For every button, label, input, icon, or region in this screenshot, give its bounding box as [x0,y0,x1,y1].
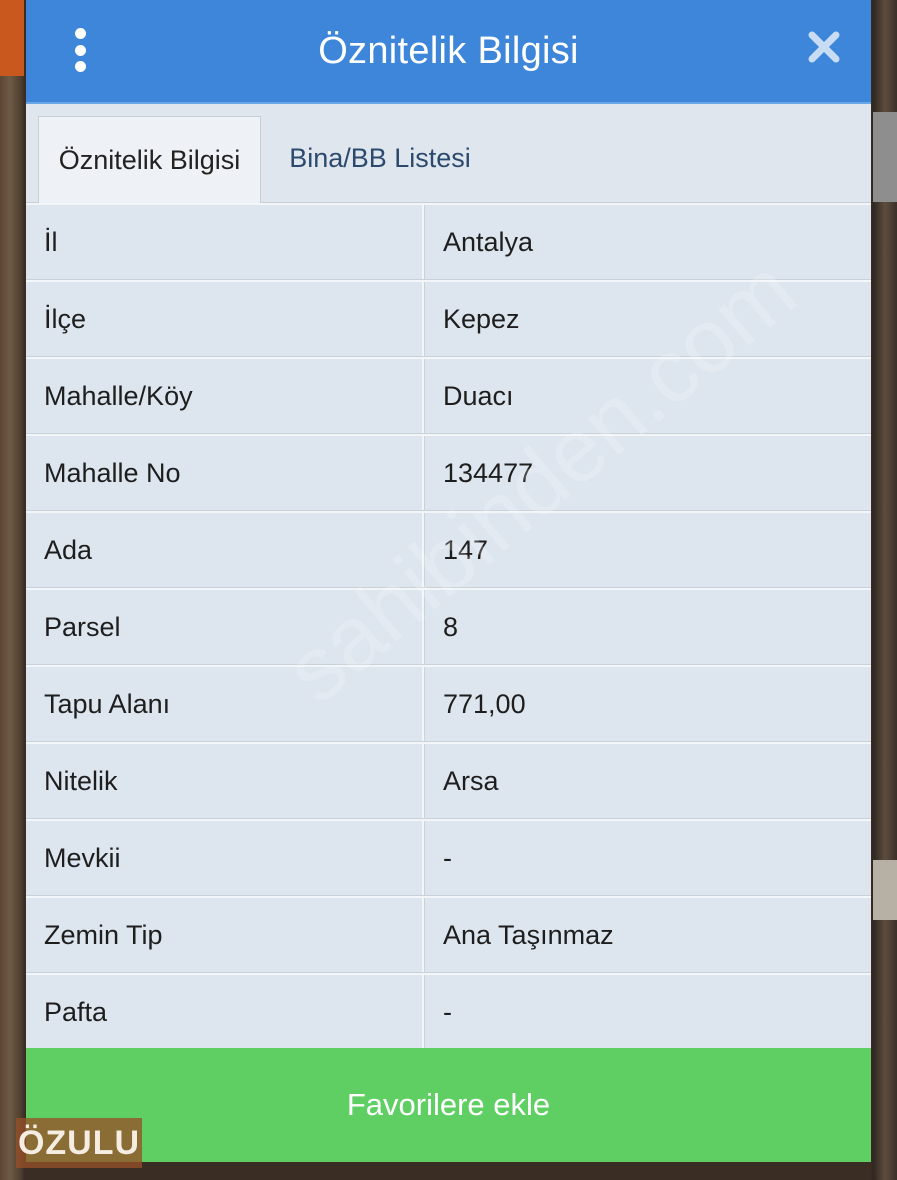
dialog-title: Öznitelik Bilgisi [318,29,579,72]
table-row: Tapu Alanı 771,00 [26,665,871,742]
table-row: Pafta - [26,973,871,1050]
attribute-label: Ada [26,513,424,587]
attribute-label: Mahalle No [26,436,424,510]
add-to-favorites-button[interactable]: Favorilere ekle [26,1048,871,1162]
table-row: İl Antalya [26,203,871,280]
table-row: Nitelik Arsa [26,742,871,819]
attribute-value: 147 [424,513,871,587]
dialog-header: Öznitelik Bilgisi [26,0,871,104]
attribute-value: - [424,975,871,1049]
attribute-value: Arsa [424,744,871,818]
attribute-label: Mahalle/Köy [26,359,424,433]
attribute-value: Antalya [424,205,871,279]
attribute-label: İlçe [26,282,424,356]
attribute-value: Duacı [424,359,871,433]
map-fragment [0,0,24,76]
attribute-value: Kepez [424,282,871,356]
table-row: Parsel 8 [26,588,871,665]
kebab-menu-icon[interactable] [70,28,90,72]
attribute-label: Nitelik [26,744,424,818]
map-fragment [873,112,897,202]
tab-building-list[interactable]: Bina/BB Listesi [280,114,480,202]
attribute-value: 771,00 [424,667,871,741]
attribute-value: 134477 [424,436,871,510]
table-row: Mevkii - [26,819,871,896]
table-row: Mahalle/Köy Duacı [26,357,871,434]
attribute-value: - [424,821,871,895]
attribute-label: Mevkii [26,821,424,895]
tab-bar: Öznitelik Bilgisi Bina/BB Listesi [26,104,871,203]
attribute-label: Tapu Alanı [26,667,424,741]
attribute-label: İl [26,205,424,279]
map-fragment [873,860,897,920]
tab-attribute-info[interactable]: Öznitelik Bilgisi [38,116,261,203]
attribute-value: Ana Taşınmaz [424,898,871,972]
attribute-label: Pafta [26,975,424,1049]
table-row: İlçe Kepez [26,280,871,357]
attribute-label: Zemin Tip [26,898,424,972]
brand-logo: ÖZULU [16,1118,142,1168]
close-icon[interactable] [807,30,841,64]
attribute-label: Parsel [26,590,424,664]
attribute-value: 8 [424,590,871,664]
attribute-table: İl Antalya İlçe Kepez Mahalle/Köy Duacı Mahall… [26,203,871,1050]
table-row: Ada 147 [26,511,871,588]
table-row: Mahalle No 134477 [26,434,871,511]
attribute-dialog: Öznitelik Bilgisi Öznitelik Bilgisi Bina… [26,0,871,1162]
table-row: Zemin Tip Ana Taşınmaz [26,896,871,973]
